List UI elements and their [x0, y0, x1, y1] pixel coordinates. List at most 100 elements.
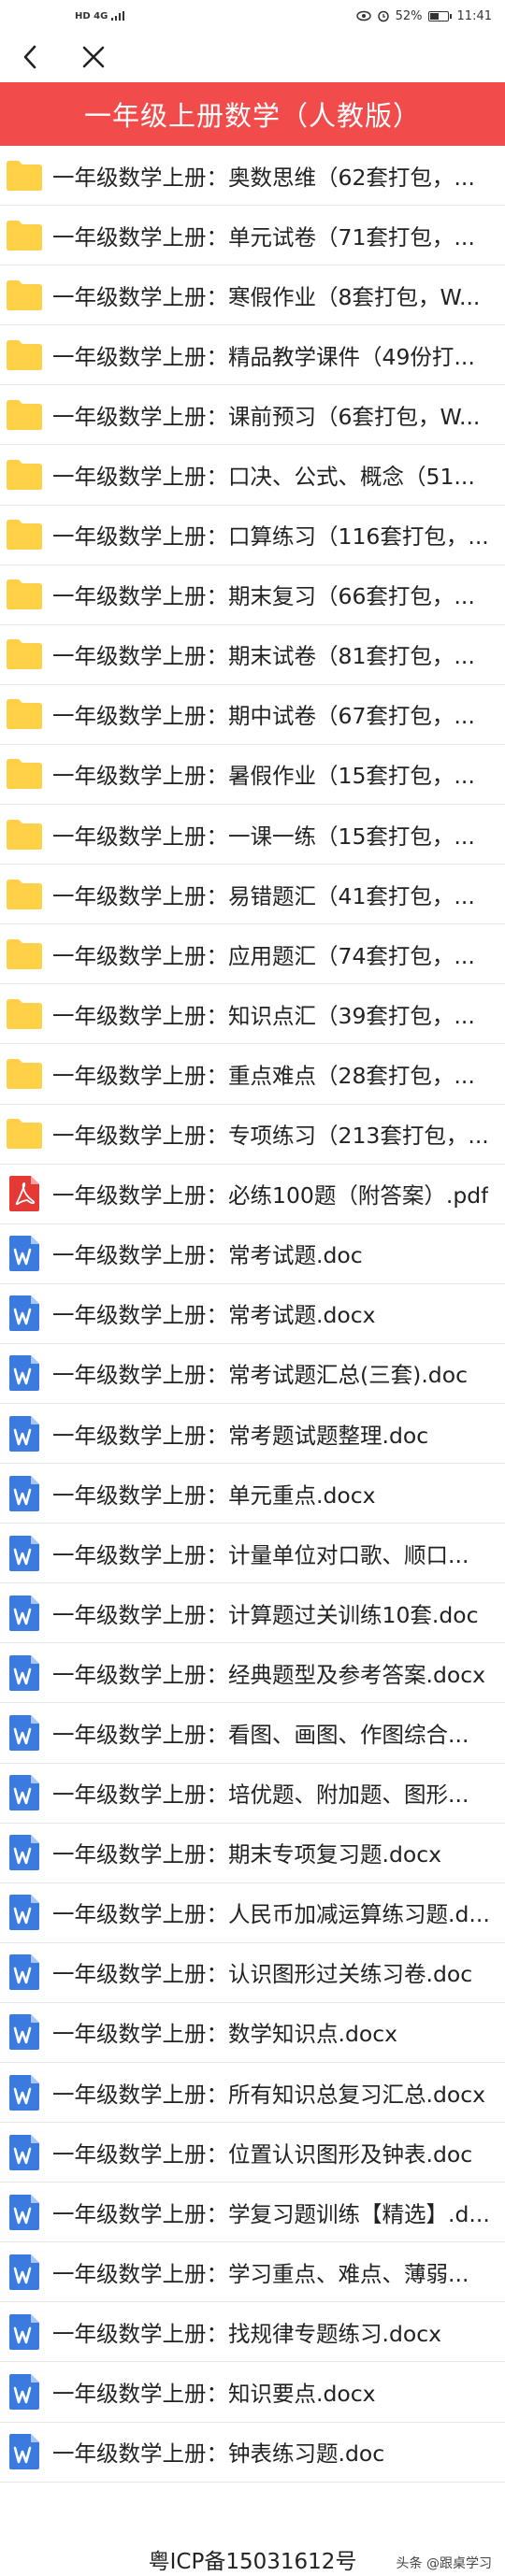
- title-banner: 一年级上册数学（人教版）: [0, 82, 505, 146]
- file-row[interactable]: 一年级数学上册：期中试卷（67套打包，...: [0, 685, 505, 745]
- file-row[interactable]: 一年级数学上册：数学知识点.docx: [0, 2003, 505, 2063]
- file-row[interactable]: 一年级数学上册：课前预习（6套打包，W...: [0, 385, 505, 446]
- file-row[interactable]: 一年级数学上册：学复习题训练【精选】.d...: [0, 2182, 505, 2243]
- file-row[interactable]: 一年级数学上册：所有知识总复习汇总.docx: [0, 2063, 505, 2124]
- file-name: 一年级数学上册：知识要点.docx: [52, 2381, 376, 2408]
- file-row[interactable]: 一年级数学上册：常考题试题整理.doc: [0, 1404, 505, 1465]
- folder-icon: [6, 695, 43, 733]
- file-row[interactable]: 一年级数学上册：单元重点.docx: [0, 1464, 505, 1524]
- file-row[interactable]: 一年级数学上册：计算题过关训练10套.doc: [0, 1583, 505, 1644]
- file-name: 一年级数学上册：暑假作业（15套打包，...: [52, 763, 475, 790]
- file-row[interactable]: 一年级数学上册：专项练习（213套打包，...: [0, 1105, 505, 1165]
- nav-bar: [0, 32, 505, 82]
- file-row[interactable]: 一年级数学上册：必练100题（附答案）.pdf: [0, 1165, 505, 1224]
- word-doc-icon: [6, 1535, 43, 1572]
- file-name: 一年级数学上册：找规律专题练习.docx: [52, 2320, 442, 2347]
- word-doc-icon: [6, 1415, 43, 1453]
- file-row[interactable]: 一年级数学上册：一课一练（15套打包，...: [0, 805, 505, 866]
- folder-icon: [6, 157, 43, 194]
- file-row[interactable]: 一年级数学上册：知识点汇（39套打包，...: [0, 984, 505, 1045]
- file-row[interactable]: 一年级数学上册：奥数思维（62套打包，...: [0, 146, 505, 207]
- file-row[interactable]: 一年级数学上册：寒假作业（8套打包，W...: [0, 265, 505, 326]
- file-name: 一年级数学上册：常考试题汇总(三套).doc: [52, 1362, 469, 1389]
- folder-icon: [6, 876, 43, 913]
- file-row[interactable]: 一年级数学上册：经典题型及参考答案.docx: [0, 1643, 505, 1704]
- file-name: 一年级数学上册：一课一练（15套打包，...: [52, 823, 475, 850]
- file-name: 一年级数学上册：认识图形过关练习卷.doc: [52, 1961, 473, 1988]
- file-row[interactable]: 一年级数学上册：认识图形过关练习卷.doc: [0, 1943, 505, 2003]
- file-row[interactable]: 一年级数学上册：找规律专题练习.docx: [0, 2302, 505, 2363]
- file-row[interactable]: 一年级数学上册：知识要点.docx: [0, 2362, 505, 2423]
- file-row[interactable]: 一年级数学上册：易错题汇（41套打包，...: [0, 865, 505, 925]
- word-doc-icon: [6, 1235, 43, 1272]
- battery-percent: 52%: [395, 8, 423, 23]
- file-name: 一年级数学上册：人民币加减运算练习题.d...: [52, 1901, 490, 1928]
- file-row[interactable]: 一年级数学上册：计量单位对口歌、顺口...: [0, 1524, 505, 1584]
- file-row[interactable]: 一年级数学上册：精品教学课件（49份打...: [0, 325, 505, 386]
- status-bar: HD 4G 52% 11:41: [0, 0, 505, 32]
- file-row[interactable]: 一年级数学上册：常考试题.docx: [0, 1284, 505, 1344]
- word-doc-icon: [6, 1953, 43, 1991]
- folder-icon: [6, 995, 43, 1033]
- file-name: 一年级数学上册：必练100题（附答案）.pdf: [52, 1182, 489, 1209]
- file-name: 一年级数学上册：学习重点、难点、薄弱...: [52, 2260, 469, 2287]
- file-name: 一年级数学上册：经典题型及参考答案.docx: [52, 1661, 486, 1688]
- file-name: 一年级数学上册：课前预习（6套打包，W...: [52, 403, 481, 430]
- word-doc-icon: [6, 1354, 43, 1392]
- folder-icon: [6, 217, 43, 254]
- word-doc-icon: [6, 1595, 43, 1632]
- folder-icon: [6, 755, 43, 793]
- file-row[interactable]: 一年级数学上册：期末专项复习题.docx: [0, 1824, 505, 1883]
- word-doc-icon: [6, 1654, 43, 1692]
- word-doc-icon: [6, 2194, 43, 2231]
- file-name: 一年级数学上册：期末试卷（81套打包，...: [52, 643, 475, 670]
- file-list: 一年级数学上册：奥数思维（62套打包，... 一年级数学上册：单元试卷（71套打包…: [0, 146, 505, 2483]
- file-row[interactable]: 一年级数学上册：期末试卷（81套打包，...: [0, 625, 505, 685]
- file-row[interactable]: 一年级数学上册：位置认识图形及钟表.doc: [0, 2123, 505, 2183]
- file-name: 一年级数学上册：期末专项复习题.docx: [52, 1841, 442, 1868]
- file-name: 一年级数学上册：位置认识图形及钟表.doc: [52, 2140, 473, 2168]
- file-name: 一年级数学上册：重点难点（28套打包，...: [52, 1062, 475, 1089]
- folder-icon: [6, 636, 43, 673]
- file-row[interactable]: 一年级数学上册：暑假作业（15套打包，...: [0, 745, 505, 806]
- word-doc-icon: [6, 1714, 43, 1752]
- file-name: 一年级数学上册：培优题、附加题、图形...: [52, 1782, 469, 1809]
- file-name: 一年级数学上册：寒假作业（8套打包，W...: [52, 283, 481, 310]
- file-row[interactable]: 一年级数学上册：学习重点、难点、薄弱...: [0, 2242, 505, 2303]
- file-row[interactable]: 一年级数学上册：口决、公式、概念（51...: [0, 445, 505, 506]
- file-row[interactable]: 一年级数学上册：钟表练习题.doc: [0, 2423, 505, 2483]
- file-row[interactable]: 一年级数学上册：期末复习（66套打包，...: [0, 565, 505, 625]
- word-doc-icon: [6, 2313, 43, 2351]
- word-doc-icon: [6, 2254, 43, 2291]
- file-name: 一年级数学上册：知识点汇（39套打包，...: [52, 1002, 475, 1029]
- folder-icon: [6, 277, 43, 314]
- word-doc-icon: [6, 1774, 43, 1811]
- file-name: 一年级数学上册：钟表练习题.doc: [52, 2440, 385, 2468]
- word-doc-icon: [6, 2074, 43, 2111]
- file-name: 一年级数学上册：单元试卷（71套打包，...: [52, 223, 475, 250]
- file-name: 一年级数学上册：专项练习（213套打包，...: [52, 1123, 489, 1150]
- file-row[interactable]: 一年级数学上册：口算练习（116套打包，...: [0, 506, 505, 565]
- file-row[interactable]: 一年级数学上册：看图、画图、作图综合...: [0, 1703, 505, 1764]
- eye-icon: [355, 10, 371, 21]
- file-name: 一年级数学上册：期中试卷（67套打包，...: [52, 703, 475, 730]
- file-row[interactable]: 一年级数学上册：单元试卷（71套打包，...: [0, 206, 505, 266]
- file-row[interactable]: 一年级数学上册：重点难点（28套打包，...: [0, 1044, 505, 1105]
- file-row[interactable]: 一年级数学上册：应用题汇（74套打包，...: [0, 924, 505, 985]
- page-title: 一年级上册数学（人教版）: [83, 100, 421, 132]
- file-name: 一年级数学上册：单元重点.docx: [52, 1481, 376, 1509]
- file-row[interactable]: 一年级数学上册：常考试题.doc: [0, 1224, 505, 1284]
- file-row[interactable]: 一年级数学上册：常考试题汇总(三套).doc: [0, 1344, 505, 1404]
- file-name: 一年级数学上册：数学知识点.docx: [52, 2021, 398, 2048]
- back-button[interactable]: [13, 40, 47, 74]
- close-button[interactable]: [77, 40, 110, 74]
- close-icon: [82, 46, 105, 68]
- folder-icon: [6, 336, 43, 374]
- word-doc-icon: [6, 2134, 43, 2171]
- folder-icon: [6, 1115, 43, 1152]
- file-row[interactable]: 一年级数学上册：培优题、附加题、图形...: [0, 1764, 505, 1824]
- chevron-left-icon: [23, 45, 36, 69]
- file-row[interactable]: 一年级数学上册：人民币加减运算练习题.d...: [0, 1883, 505, 1943]
- pdf-file-icon: [6, 1175, 43, 1212]
- file-name: 一年级数学上册：学复习题训练【精选】.d...: [52, 2200, 490, 2227]
